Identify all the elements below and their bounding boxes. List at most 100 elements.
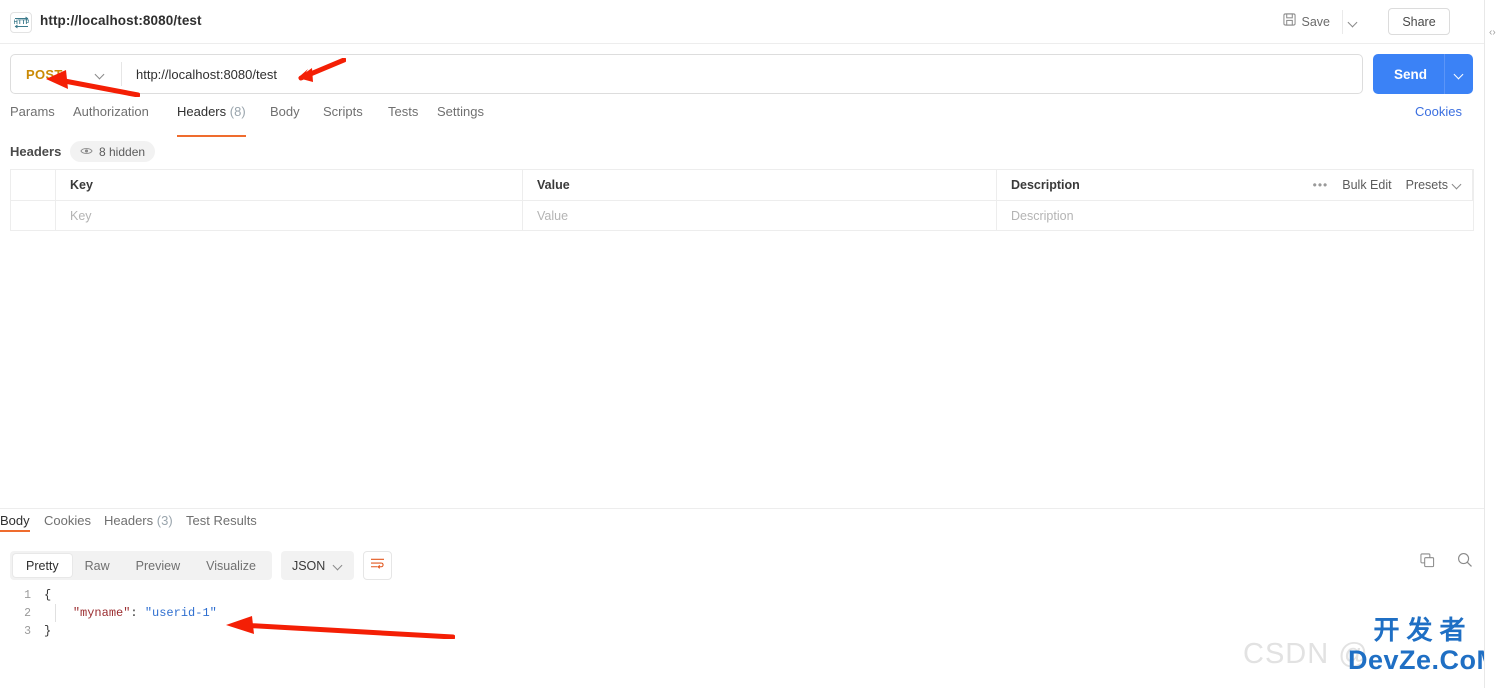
watermark-chinese-text: 开发者 [1373,616,1473,646]
tab-count: (8) [229,104,246,119]
tab-body[interactable]: Body [270,104,300,134]
tab-scripts[interactable]: Scripts [323,104,363,134]
tab-count: (3) [156,513,173,528]
response-tab-test-results[interactable]: Test Results [186,513,257,528]
eye-icon [80,143,93,161]
content-type-label: JSON [291,558,326,573]
presets-label: Presets [1405,177,1448,192]
json-colon: : [130,606,145,620]
request-tab-bar: Params Authorization Headers (8) Body Sc… [0,104,1484,137]
save-button[interactable]: Save [1277,10,1337,34]
view-visualize[interactable]: Visualize [193,554,269,577]
line-number: 1 [24,588,31,602]
json-value: "userid-1" [144,606,217,620]
code-text: { [44,588,52,602]
tab-settings[interactable]: Settings [437,104,484,134]
rail-panel-icon[interactable]: ‹› [1489,27,1500,38]
tab-label: Headers [177,104,227,119]
hidden-headers-label: 8 hidden [99,144,146,159]
code-line: 2 "myname" : "userid-1" [0,604,1484,622]
row-checkbox-cell[interactable] [11,201,56,230]
response-tab-body[interactable]: Body [0,513,30,532]
line-number: 3 [24,624,31,638]
copy-icon[interactable] [1420,552,1435,573]
tab-params[interactable]: Params [10,104,55,134]
send-button[interactable]: Send [1373,54,1473,94]
save-button-label: Save [1301,15,1331,29]
presets-dropdown[interactable]: Presets [1406,178,1462,192]
request-title: http://localhost:8080/test [40,13,202,28]
response-separator [0,508,1484,509]
hidden-headers-toggle[interactable]: 8 hidden [70,141,156,162]
active-tab-underline [0,530,30,532]
chevron-down-icon [96,70,105,79]
watermark-site-text: DevZe.CoM [1348,645,1500,675]
right-sidebar-rail: ‹› [1484,0,1503,688]
wrap-lines-icon [370,557,385,575]
chevron-down-icon [1349,18,1358,27]
value-input[interactable]: Value [523,201,997,230]
svg-text:HTTP: HTTP [14,19,29,26]
floppy-disk-icon [1282,13,1296,31]
view-preview[interactable]: Preview [123,554,193,577]
url-bar: POST [10,54,1363,94]
tab-label: Settings [437,104,484,119]
tab-label: Params [10,104,55,119]
chevron-down-icon [1453,180,1462,189]
send-options-dropdown[interactable] [1445,70,1473,79]
response-tools [1420,552,1473,573]
content-type-dropdown[interactable]: JSON [280,551,355,580]
column-header-key: Key [56,170,523,200]
send-button-label: Send [1393,66,1427,82]
key-input[interactable]: Key [56,201,523,230]
view-pretty[interactable]: Pretty [13,554,72,577]
cookies-link[interactable]: Cookies [1415,104,1462,119]
response-format-bar: Pretty Raw Preview Visualize JSON [10,551,393,580]
tab-label: Test Results [186,513,257,528]
tab-label: Headers [104,513,154,528]
tab-headers[interactable]: Headers (8) [177,104,246,137]
tab-tests[interactable]: Tests [388,104,418,134]
active-tab-underline [177,135,246,137]
postman-window: HTTP http://localhost:8080/test Save Sha… [0,0,1503,688]
table-header-row: Key Value Description ••• Bulk Edit Pres… [10,169,1474,200]
response-tab-cookies[interactable]: Cookies [44,513,91,528]
save-options-dropdown[interactable] [1342,10,1364,34]
code-text: } [44,624,52,638]
wrap-lines-button[interactable] [363,551,393,580]
chevron-down-icon [1455,70,1464,79]
response-tab-bar: Body Cookies Headers (3) Test Results 20… [0,513,1484,541]
method-selector[interactable]: POST [11,55,121,93]
line-number: 2 [24,606,31,620]
code-line: 1 { [0,586,1484,604]
share-button[interactable]: Share [1388,8,1450,35]
ellipsis-icon[interactable]: ••• [1313,178,1329,192]
response-tab-headers[interactable]: Headers (3) [104,513,173,528]
table-actions: ••• Bulk Edit Presets [1313,169,1474,200]
tab-label: Tests [388,104,419,119]
view-raw[interactable]: Raw [72,554,123,577]
table-row[interactable]: Key Value Description [10,200,1474,231]
tab-authorization[interactable]: Authorization [73,104,149,134]
tab-label: Cookies [44,513,91,528]
chevron-down-icon [334,561,343,570]
json-key: "myname" [72,606,131,620]
headers-subbar: Headers 8 hidden [0,141,1484,169]
tab-label: Authorization [73,104,149,119]
headers-section-title: Headers [10,144,62,159]
select-all-cell[interactable] [11,170,56,200]
search-icon[interactable] [1457,552,1473,573]
url-row: POST Send [0,54,1484,94]
code-fold-line [55,604,56,622]
column-header-value: Value [523,170,997,200]
headers-table: Key Value Description ••• Bulk Edit Pres… [10,169,1474,231]
bulk-edit-button[interactable]: Bulk Edit [1342,178,1391,192]
url-input[interactable] [122,55,1362,93]
tab-label: Body [270,104,300,119]
top-bar: HTTP http://localhost:8080/test Save Sha… [0,0,1484,44]
description-input[interactable]: Description [997,201,1473,230]
view-mode-segmented: Pretty Raw Preview Visualize [10,551,272,580]
http-protocol-icon: HTTP [10,12,32,33]
method-label: POST [26,66,63,82]
